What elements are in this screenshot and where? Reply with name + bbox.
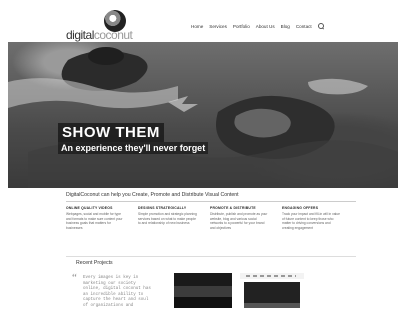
nav-blog[interactable]: Blog	[281, 24, 290, 29]
recent-projects-section: Recent Projects “ Every images is key in…	[66, 256, 356, 308]
website-frame: digitalcoconut Home Services Portfolio A…	[8, 4, 398, 308]
hero-banner: SHOW THEM An experience they'll never fo…	[8, 42, 398, 188]
animal-top-shape	[88, 47, 124, 65]
main-nav: Home Services Portfolio About Us Blog Co…	[191, 23, 324, 29]
nav-portfolio[interactable]: Portfolio	[233, 24, 250, 29]
nav-contact[interactable]: Contact	[296, 24, 312, 29]
site-header: digitalcoconut Home Services Portfolio A…	[8, 4, 398, 44]
logo-text-dark: digital	[66, 28, 94, 42]
hero-title: SHOW THEM	[58, 123, 164, 142]
water-splash-3	[308, 78, 368, 95]
intro-heading: DigitalCoconut can help you Create, Prom…	[66, 192, 356, 202]
thumbnail-nav-bar	[246, 275, 296, 277]
site-logo[interactable]: digitalcoconut	[66, 10, 176, 42]
logo-text-light: coconut	[93, 28, 133, 42]
hero-splash-image	[8, 47, 398, 188]
services-columns: ONLINE QUALITY VIDEOS Webpages, social a…	[66, 206, 348, 230]
logo-text: digitalcoconut	[66, 28, 133, 42]
project-thumbnail[interactable]	[174, 273, 232, 308]
project-thumbnail[interactable]	[240, 273, 304, 308]
hero-subtitle: An experience they'll never forget	[58, 142, 209, 154]
service-title: DESIGNS STRATEGICALLY	[138, 206, 187, 210]
recent-projects-heading: Recent Projects	[76, 260, 113, 266]
nav-home[interactable]: Home	[191, 24, 203, 29]
service-column: PROMOTE & DISTRIBUTE Distribute, publish…	[210, 206, 270, 230]
testimonial-quote: Every images is key in marketing our soc…	[83, 276, 151, 308]
quote-mark-icon: “	[72, 272, 77, 284]
service-title: ONLINE QUALITY VIDEOS	[66, 206, 113, 210]
service-text: Track your impact and fill-in will in va…	[282, 212, 340, 230]
service-title: PROMOTE & DISTRIBUTE	[210, 206, 256, 210]
nav-services[interactable]: Services	[209, 24, 227, 29]
service-column: DESIGNS STRATEGICALLY Simple promotion a…	[138, 206, 198, 230]
service-column: ENGAGING OFFERS Track your impact and fi…	[282, 206, 342, 230]
service-column: ONLINE QUALITY VIDEOS Webpages, social a…	[66, 206, 126, 230]
service-text: Distribute, publish and promote as your …	[210, 212, 268, 230]
service-text: Webpages, social and mobile for type and…	[66, 212, 123, 230]
nav-about-us[interactable]: About Us	[256, 24, 275, 29]
search-icon[interactable]	[317, 23, 324, 29]
service-title: ENGAGING OFFERS	[282, 206, 319, 210]
service-text: Simple promotion and strategic planning …	[138, 212, 197, 226]
thumbnail-image	[244, 282, 300, 308]
